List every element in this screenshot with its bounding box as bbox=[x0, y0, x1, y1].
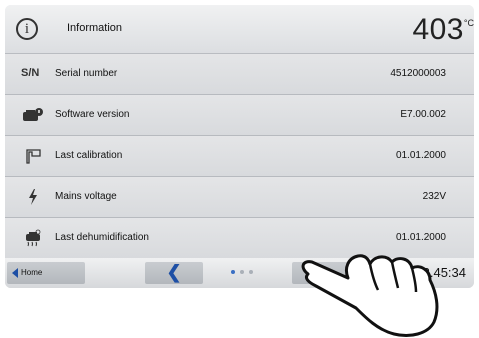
row-label: Last calibration bbox=[55, 150, 123, 161]
info-row-calibration: Last calibration 01.01.2000 bbox=[5, 136, 474, 177]
row-value: 01.01.2000 bbox=[395, 150, 446, 161]
software-icon bbox=[21, 107, 45, 123]
page-indicator bbox=[231, 270, 253, 274]
calibration-icon bbox=[21, 148, 45, 164]
lightning-icon bbox=[21, 189, 45, 205]
info-row-voltage: Mains voltage 232V bbox=[5, 177, 474, 218]
temperature-readout: 403 bbox=[412, 13, 464, 46]
home-button[interactable]: Home bbox=[7, 262, 85, 284]
pointing-hand-icon bbox=[301, 254, 439, 337]
row-label: Serial number bbox=[55, 68, 118, 79]
page-title: Information bbox=[67, 22, 123, 34]
chevron-left-icon: ❮ bbox=[166, 262, 182, 282]
back-button[interactable]: ❮ bbox=[145, 262, 203, 284]
page-dot bbox=[249, 270, 253, 274]
info-row-software: Software version E7.00.002 bbox=[5, 95, 474, 136]
header-bar: i Information 403 °C bbox=[5, 5, 474, 54]
row-value: 232V bbox=[422, 191, 446, 202]
row-label: Last dehumidification bbox=[55, 232, 149, 243]
info-icon: i bbox=[16, 18, 38, 40]
page-dot bbox=[240, 270, 244, 274]
row-label: Software version bbox=[55, 109, 130, 120]
temperature-unit: °C bbox=[463, 18, 474, 28]
row-value: E7.00.002 bbox=[400, 109, 446, 120]
sn-label: S/N bbox=[21, 67, 40, 79]
left-triangle-icon bbox=[12, 268, 18, 278]
dehumidification-icon bbox=[21, 229, 45, 247]
info-row-serial: S/N Serial number 4512000003 bbox=[5, 54, 474, 95]
row-value: 4512000003 bbox=[390, 68, 446, 79]
row-label: Mains voltage bbox=[55, 191, 117, 202]
home-button-label: Home bbox=[21, 268, 43, 277]
page-dot-active bbox=[231, 270, 235, 274]
